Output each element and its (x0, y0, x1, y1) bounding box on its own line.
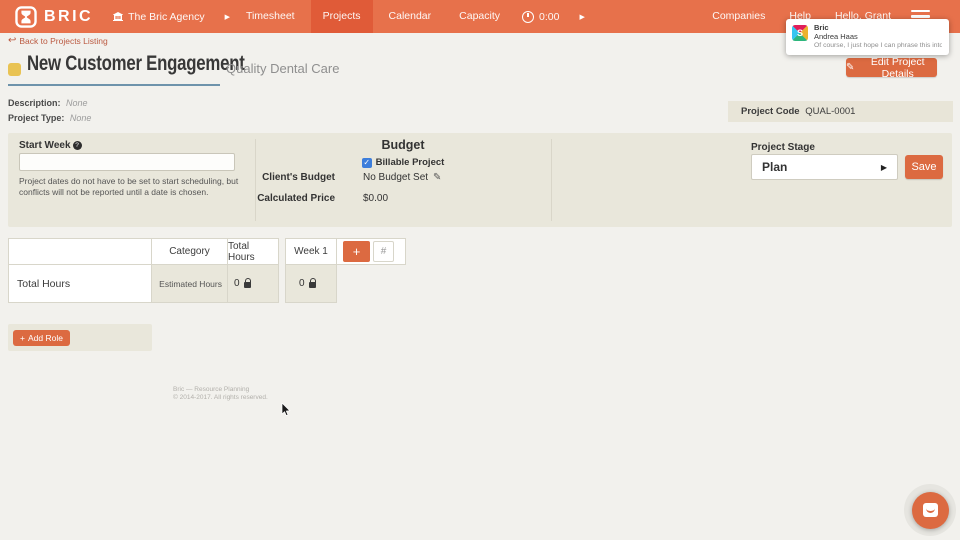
pencil-icon: ✎ (846, 62, 855, 73)
timer-play-icon[interactable]: ▶ (579, 13, 584, 21)
add-role-button[interactable]: + Add Role (13, 329, 70, 346)
description-row: Description: None (8, 98, 88, 108)
add-week-button[interactable]: + (343, 241, 370, 262)
agency-switcher[interactable]: The Bric Agency (113, 10, 205, 23)
lock-icon (308, 278, 316, 288)
edit-project-details-button[interactable]: ✎ Edit Project Details (846, 55, 937, 80)
project-stage-select[interactable]: Plan ▶ (751, 154, 898, 180)
nav-item-capacity[interactable]: Capacity (447, 0, 512, 33)
client-budget-row: Client's Budget No Budget Set ✎ (255, 172, 551, 183)
back-link-label: Back to Projects Listing (19, 36, 108, 46)
calculated-price-value: $0.00 (363, 193, 389, 204)
billable-label: Billable Project (375, 157, 445, 168)
week-column-header: Week 1 (286, 239, 337, 264)
project-code-bar: Project Code QUAL-0001 (728, 101, 953, 122)
project-settings-panel: Start Week ? Project dates do not have t… (8, 133, 952, 227)
timer-value: 0:00 (539, 10, 560, 23)
billable-checkbox[interactable]: ✓ (361, 157, 372, 168)
calculated-price-label: Calculated Price (257, 193, 335, 204)
bric-logo[interactable]: BRIC (15, 5, 94, 28)
hourglass-logo-icon (15, 5, 37, 28)
billable-row: ✓ Billable Project (255, 157, 551, 168)
project-code-label: Project Code (741, 106, 800, 117)
agency-building-icon (113, 12, 124, 21)
agency-play-icon[interactable]: ▶ (225, 13, 230, 21)
table-row-label: Total Hours (9, 265, 152, 302)
nav-item-timesheet[interactable]: Timesheet (234, 0, 307, 33)
table-header-category: Category (152, 239, 228, 265)
back-to-projects-link[interactable]: ↩ Back to Projects Listing (8, 35, 108, 47)
start-week-help-text: Project dates do not have to be set to s… (19, 176, 239, 197)
footer-line2: © 2014-2017. All rights reserved. (173, 394, 268, 401)
notification-message: Of course, I just hope I can phrase this… (814, 42, 942, 49)
title-underline (8, 84, 220, 86)
client-budget-value: No Budget Set (363, 172, 429, 183)
hours-table: Category Total Hours Total Hours Estimat… (8, 238, 279, 303)
plus-icon: + (20, 332, 25, 343)
start-week-label: Start Week ? (19, 140, 82, 151)
help-icon[interactable]: ? (72, 141, 82, 150)
table-category-cell: Estimated Hours (152, 265, 228, 302)
notification-app-name: Bric (814, 23, 829, 32)
project-code-value: QUAL-0001 (805, 106, 856, 117)
week-header-box: Week 1 + # (285, 238, 406, 265)
save-button[interactable]: Save (905, 155, 943, 179)
select-arrow-icon: ▶ (880, 162, 887, 172)
description-label: Description: (8, 98, 61, 108)
page-title: New Customer Engagement (27, 52, 245, 75)
week-number-toggle-button[interactable]: # (373, 241, 394, 262)
chat-launcher-button[interactable] (911, 491, 949, 529)
nav-item-projects[interactable]: Projects (310, 0, 373, 33)
project-type-value: None (69, 113, 92, 123)
chat-bubble-icon (922, 503, 938, 517)
mouse-cursor (281, 403, 291, 417)
timer-widget[interactable]: 0:00 (522, 10, 560, 23)
week-hours-cell: 0 (285, 265, 337, 303)
edit-button-label: Edit Project Details (870, 55, 925, 80)
agency-name: The Bric Agency (128, 10, 205, 23)
slack-notification-popup[interactable]: S Bric Andrea Haas Of course, I just hop… (786, 19, 949, 55)
table-total-hours-cell: 0 (228, 265, 278, 302)
add-role-panel: + Add Role (8, 324, 152, 351)
client-name: Quality Dental Care (226, 61, 340, 76)
back-arrow-icon: ↩ (8, 35, 17, 46)
calculated-price-row: Calculated Price $0.00 (255, 193, 551, 204)
slack-icon: S (792, 25, 808, 41)
chat-launcher-halo (904, 484, 956, 536)
brand-text: BRIC (44, 7, 94, 25)
footer-line1: Bric — Resource Planning (173, 386, 250, 393)
nav-item-companies[interactable]: Companies (700, 0, 777, 33)
project-type-row: Project Type: None (8, 113, 91, 123)
project-color-icon (8, 63, 21, 76)
nav-item-calendar[interactable]: Calendar (377, 0, 444, 33)
budget-column: Budget ✓ Billable Project Client's Budge… (255, 133, 551, 227)
clock-icon (522, 10, 535, 23)
add-role-label: Add Role (27, 332, 63, 343)
stage-selected-value: Plan (762, 160, 788, 174)
panel-divider (551, 139, 552, 221)
budget-title: Budget (381, 138, 425, 152)
project-type-label: Project Type: (8, 113, 65, 123)
notification-text: Bric Andrea Haas Of course, I just hope … (814, 23, 942, 50)
client-budget-label: Client's Budget (262, 172, 335, 183)
description-value: None (66, 98, 88, 108)
edit-budget-icon[interactable]: ✎ (433, 172, 441, 183)
table-header-empty (9, 239, 152, 265)
notification-sender: Andrea Haas (814, 32, 858, 41)
lock-icon (243, 278, 251, 288)
project-stage-label: Project Stage (751, 142, 815, 153)
footer: Bric — Resource Planning © 2014-2017. Al… (173, 386, 268, 402)
start-week-input[interactable] (19, 153, 235, 171)
table-header-total-hours: Total Hours (228, 239, 278, 265)
